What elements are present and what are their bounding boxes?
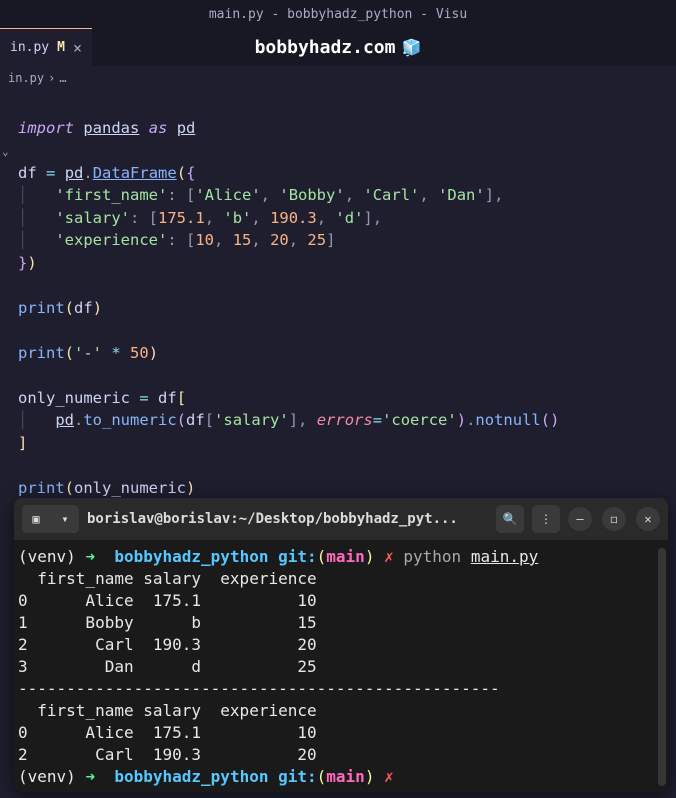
breadcrumb[interactable]: in.py › … [0, 66, 676, 90]
close-icon[interactable]: × [73, 39, 82, 57]
page-title: bobbyhadz.com 🧊 [255, 37, 422, 58]
search-icon[interactable]: 🔍 [496, 505, 524, 533]
terminal-window: ▣ ▾ borislav@borislav:~/Desktop/bobbyhad… [14, 498, 668, 792]
dropdown-button[interactable]: ▾ [51, 505, 79, 533]
breadcrumb-more: … [59, 71, 66, 85]
tab-filename: in.py [10, 40, 49, 55]
maximize-button[interactable]: ◻ [602, 507, 626, 531]
terminal-scrollbar[interactable] [658, 548, 666, 786]
terminal-header: ▣ ▾ borislav@borislav:~/Desktop/bobbyhad… [14, 498, 668, 540]
breadcrumb-file: in.py [8, 71, 44, 85]
window-title-bar: main.py - bobbyhadz_python - Visu [0, 0, 676, 28]
minimize-button[interactable]: — [568, 507, 592, 531]
new-tab-button[interactable]: ▣ [22, 505, 50, 533]
code-editor[interactable]: ⌄import pandas as pd df = pd.DataFrame({… [0, 90, 676, 503]
tab-bar: in.py M × bobbyhadz.com 🧊 [0, 28, 676, 66]
terminal-title: borislav@borislav:~/Desktop/bobbyhadz_py… [87, 511, 488, 527]
chevron-down-icon[interactable]: ⌄ [2, 141, 9, 164]
chevron-right-icon: › [48, 71, 55, 85]
tab-modified-indicator: M [57, 40, 65, 55]
tab-main-py[interactable]: in.py M × [0, 28, 92, 66]
window-title: main.py - bobbyhadz_python - Visu [209, 7, 467, 22]
cube-icon: 🧊 [401, 38, 421, 57]
close-button[interactable]: ✕ [636, 507, 660, 531]
terminal-body[interactable]: (venv) ➜ bobbyhadz_python git:(main) ✗ p… [14, 540, 668, 792]
menu-icon[interactable]: ⋮ [532, 505, 560, 533]
